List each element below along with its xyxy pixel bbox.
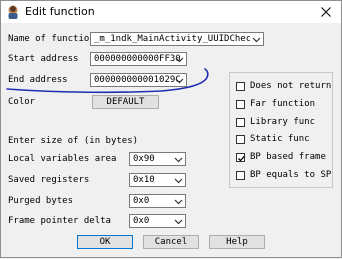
local-variables-combo[interactable]: 0x90 <box>129 152 186 166</box>
bp-based-frame-checkbox[interactable] <box>236 153 245 162</box>
color-default-button[interactable]: DEFAULT <box>92 95 159 109</box>
local-variables-value: 0x90 <box>133 154 155 164</box>
ok-button[interactable]: OK <box>77 235 133 249</box>
static-func-checkbox[interactable] <box>236 135 245 144</box>
bp-equals-sp-checkbox[interactable] <box>236 171 245 180</box>
end-address-label: End address <box>8 75 68 85</box>
close-icon <box>321 7 331 17</box>
chevron-down-icon <box>175 57 184 63</box>
chevron-down-icon <box>175 78 184 84</box>
bp-based-frame-label: BP based frame <box>250 152 326 162</box>
ida-app-icon <box>8 5 18 19</box>
saved-registers-combo[interactable]: 0x10 <box>129 173 186 187</box>
library-func-label: Library func <box>250 117 316 127</box>
name-of-function-value: _m_1ndk_MainActivity_UUIDCheckSum <box>94 34 250 44</box>
saved-registers-value: 0x10 <box>133 175 155 185</box>
chevron-down-icon <box>174 199 183 205</box>
frame-pointer-delta-combo[interactable]: 0x0 <box>129 214 186 228</box>
chevron-down-icon <box>252 37 261 43</box>
frame-pointer-delta-label: Frame pointer delta <box>8 216 111 226</box>
start-address-value: 000000000000FF30 <box>94 54 181 64</box>
does-not-return-checkbox[interactable] <box>236 82 245 91</box>
purged-bytes-combo[interactable]: 0x0 <box>129 194 186 208</box>
chevron-down-icon <box>174 219 183 225</box>
does-not-return-label: Does not return <box>250 81 332 91</box>
function-flags-group: Does not return Far function Library fun… <box>229 72 333 188</box>
name-of-function-combo[interactable]: _m_1ndk_MainActivity_UUIDCheckSum <box>90 32 264 46</box>
close-button[interactable] <box>311 1 341 23</box>
enter-size-header: Enter size of (in bytes) <box>8 136 139 146</box>
cancel-button[interactable]: Cancel <box>143 235 199 249</box>
start-address-combo[interactable]: 000000000000FF30 <box>90 52 187 66</box>
edit-function-dialog: Edit function Name of function _m_1ndk_M… <box>0 0 342 258</box>
color-label: Color <box>8 97 36 107</box>
chevron-down-icon <box>174 178 183 184</box>
purged-bytes-value: 0x0 <box>133 196 150 206</box>
start-address-label: Start address <box>8 54 79 64</box>
far-function-label: Far function <box>250 99 316 109</box>
far-function-checkbox[interactable] <box>236 100 245 109</box>
library-func-checkbox[interactable] <box>236 118 245 127</box>
chevron-down-icon <box>174 157 183 163</box>
help-button[interactable]: Help <box>209 235 265 249</box>
local-variables-label: Local variables area <box>8 154 117 164</box>
end-address-combo[interactable]: 000000000001029C <box>90 73 187 87</box>
purged-bytes-label: Purged bytes <box>8 196 74 206</box>
bp-equals-sp-label: BP equals to SP <box>250 170 332 180</box>
frame-pointer-delta-value: 0x0 <box>133 216 150 226</box>
window-title: Edit function <box>25 5 95 18</box>
title-bar: Edit function <box>1 1 341 23</box>
end-address-value: 000000000001029C <box>94 75 181 85</box>
static-func-label: Static func <box>250 134 310 144</box>
name-of-function-label: Name of function <box>8 34 95 44</box>
checkmark-icon <box>238 155 245 162</box>
saved-registers-label: Saved registers <box>8 175 90 185</box>
